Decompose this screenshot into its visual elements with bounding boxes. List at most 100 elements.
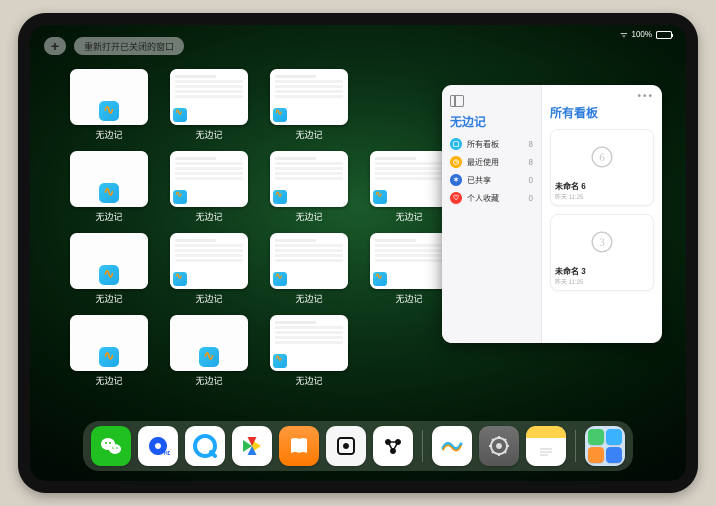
app-thumbnail — [170, 233, 248, 289]
freeform-sidebar-item[interactable]: ✶ 已共享 0 — [450, 174, 533, 186]
dock-app-qbrowser[interactable] — [185, 426, 225, 466]
battery-text: 100% — [632, 30, 652, 39]
freeform-sidebar-item[interactable]: ♡ 个人收藏 0 — [450, 192, 533, 204]
app-card-label: 无边记 — [295, 374, 322, 387]
dock-app-wechat[interactable] — [91, 426, 131, 466]
sidebar-item-icon: ♡ — [450, 192, 462, 204]
app-switcher-card[interactable]: 无边记 — [270, 151, 348, 223]
app-switcher-card[interactable]: 无边记 — [370, 151, 448, 223]
sidebar-item-label: 已共享 — [467, 175, 491, 186]
sidebar-item-label: 个人收藏 — [467, 193, 499, 204]
app-card-label: 无边记 — [95, 210, 122, 223]
dock-app-books[interactable] — [279, 426, 319, 466]
app-thumbnail — [270, 151, 348, 207]
dock-app-wan[interactable] — [373, 426, 413, 466]
dock-app-yingshi[interactable] — [232, 426, 272, 466]
new-window-button[interactable]: + — [44, 37, 66, 55]
sidebar-item-icon: ▢ — [450, 138, 462, 150]
app-card-label: 无边记 — [95, 374, 122, 387]
sidebar-item-count: 0 — [529, 176, 533, 185]
sidebar-item-icon: ◷ — [450, 156, 462, 168]
app-thumbnail — [170, 151, 248, 207]
app-thumbnail — [170, 69, 248, 125]
freeform-sidebar-title: 无边记 — [450, 113, 533, 130]
svg-text:3: 3 — [599, 237, 605, 249]
app-thumbnail — [270, 233, 348, 289]
sidebar-item-count: 0 — [529, 194, 533, 203]
app-thumbnail — [270, 69, 348, 125]
app-card-label: 无边记 — [295, 128, 322, 141]
app-switcher-card[interactable]: 无边记 — [270, 315, 348, 387]
freeform-sidebar-item[interactable]: ◷ 最近使用 8 — [450, 156, 533, 168]
top-bar: + 重新打开已关闭的窗口 — [44, 37, 184, 55]
app-switcher-card[interactable]: 无边记 — [170, 151, 248, 223]
svg-text:HD: HD — [164, 451, 170, 457]
dock-app-notes[interactable] — [526, 426, 566, 466]
app-card-label: 无边记 — [95, 292, 122, 305]
dock-separator — [422, 430, 423, 462]
more-icon[interactable]: ••• — [550, 91, 654, 102]
app-switcher-card[interactable]: 无边记 — [270, 233, 348, 305]
dock-app-freeform[interactable] — [432, 426, 472, 466]
app-thumbnail — [170, 315, 248, 371]
freeform-main: ••• 所有看板 6未命名 6昨天 11:253未命名 3昨天 11:25 — [542, 85, 662, 343]
app-thumbnail — [370, 233, 448, 289]
sidebar-item-count: 8 — [529, 140, 533, 149]
freeform-sidebar: 无边记 ▢ 所有看板 8 ◷ 最近使用 8 ✶ 已共享 0 ♡ 个人收藏 0 — [442, 85, 542, 343]
screen: ᯤ 100% + 重新打开已关闭的窗口 无边记无边记无边记无边记无边记无边记无边… — [30, 25, 686, 481]
app-switcher-card[interactable]: 无边记 — [170, 315, 248, 387]
sidebar-toggle-icon[interactable] — [450, 95, 464, 107]
app-card-label: 无边记 — [395, 210, 422, 223]
dock-separator — [575, 430, 576, 462]
freeform-app-window[interactable]: 无边记 ▢ 所有看板 8 ◷ 最近使用 8 ✶ 已共享 0 ♡ 个人收藏 0 ••• 所有看板 6 未命… — [442, 85, 662, 343]
dock-app-multi[interactable] — [585, 426, 625, 466]
app-thumbnail — [70, 151, 148, 207]
freeform-main-title: 所有看板 — [550, 104, 654, 121]
app-card-label: 无边记 — [295, 210, 322, 223]
sidebar-item-icon: ✶ — [450, 174, 462, 186]
app-card-label: 无边记 — [395, 292, 422, 305]
app-card-label: 无边记 — [195, 210, 222, 223]
app-card-label: 无边记 — [95, 128, 122, 141]
board-thumbnail: 3 — [555, 219, 649, 265]
app-thumbnail — [370, 151, 448, 207]
freeform-board-card[interactable]: 6 未命名 6昨天 11:25 — [550, 129, 654, 206]
app-switcher-card[interactable]: 无边记 — [70, 233, 148, 305]
app-switcher-card[interactable]: 无边记 — [370, 233, 448, 305]
board-name: 未命名 6 — [555, 181, 649, 192]
app-switcher-card[interactable]: 无边记 — [170, 69, 248, 141]
app-card-label: 无边记 — [295, 292, 322, 305]
dock: HD — [83, 421, 633, 471]
svg-text:6: 6 — [599, 152, 605, 164]
app-card-label: 无边记 — [195, 128, 222, 141]
dock-app-qhd[interactable]: HD — [138, 426, 178, 466]
board-time: 昨天 11:25 — [555, 192, 649, 201]
ipad-frame: ᯤ 100% + 重新打开已关闭的窗口 无边记无边记无边记无边记无边记无边记无边… — [18, 13, 698, 493]
sidebar-item-count: 8 — [529, 158, 533, 167]
app-card-label: 无边记 — [195, 292, 222, 305]
board-time: 昨天 11:25 — [555, 277, 649, 286]
sidebar-item-label: 最近使用 — [467, 157, 499, 168]
app-switcher-card[interactable]: 无边记 — [70, 315, 148, 387]
board-thumbnail: 6 — [555, 134, 649, 180]
app-switcher-card[interactable]: 无边记 — [170, 233, 248, 305]
freeform-board-card[interactable]: 3 未命名 3昨天 11:25 — [550, 214, 654, 291]
sidebar-item-label: 所有看板 — [467, 139, 499, 150]
status-bar: ᯤ 100% — [620, 29, 672, 40]
app-card-label: 无边记 — [195, 374, 222, 387]
app-thumbnail — [70, 315, 148, 371]
app-switcher-card[interactable]: 无边记 — [70, 151, 148, 223]
app-switcher-grid: 无边记无边记无边记无边记无边记无边记无边记无边记无边记无边记无边记无边记无边记无… — [70, 69, 460, 387]
app-thumbnail — [70, 233, 148, 289]
app-switcher-card[interactable]: 无边记 — [270, 69, 348, 141]
dock-app-settings[interactable] — [479, 426, 519, 466]
board-name: 未命名 3 — [555, 266, 649, 277]
app-switcher-card[interactable]: 无边记 — [70, 69, 148, 141]
reopen-closed-window-button[interactable]: 重新打开已关闭的窗口 — [74, 37, 184, 55]
battery-icon — [656, 31, 672, 39]
freeform-sidebar-item[interactable]: ▢ 所有看板 8 — [450, 138, 533, 150]
wifi-icon: ᯤ — [620, 29, 627, 40]
dock-app-obs[interactable] — [326, 426, 366, 466]
app-thumbnail — [270, 315, 348, 371]
app-thumbnail — [70, 69, 148, 125]
